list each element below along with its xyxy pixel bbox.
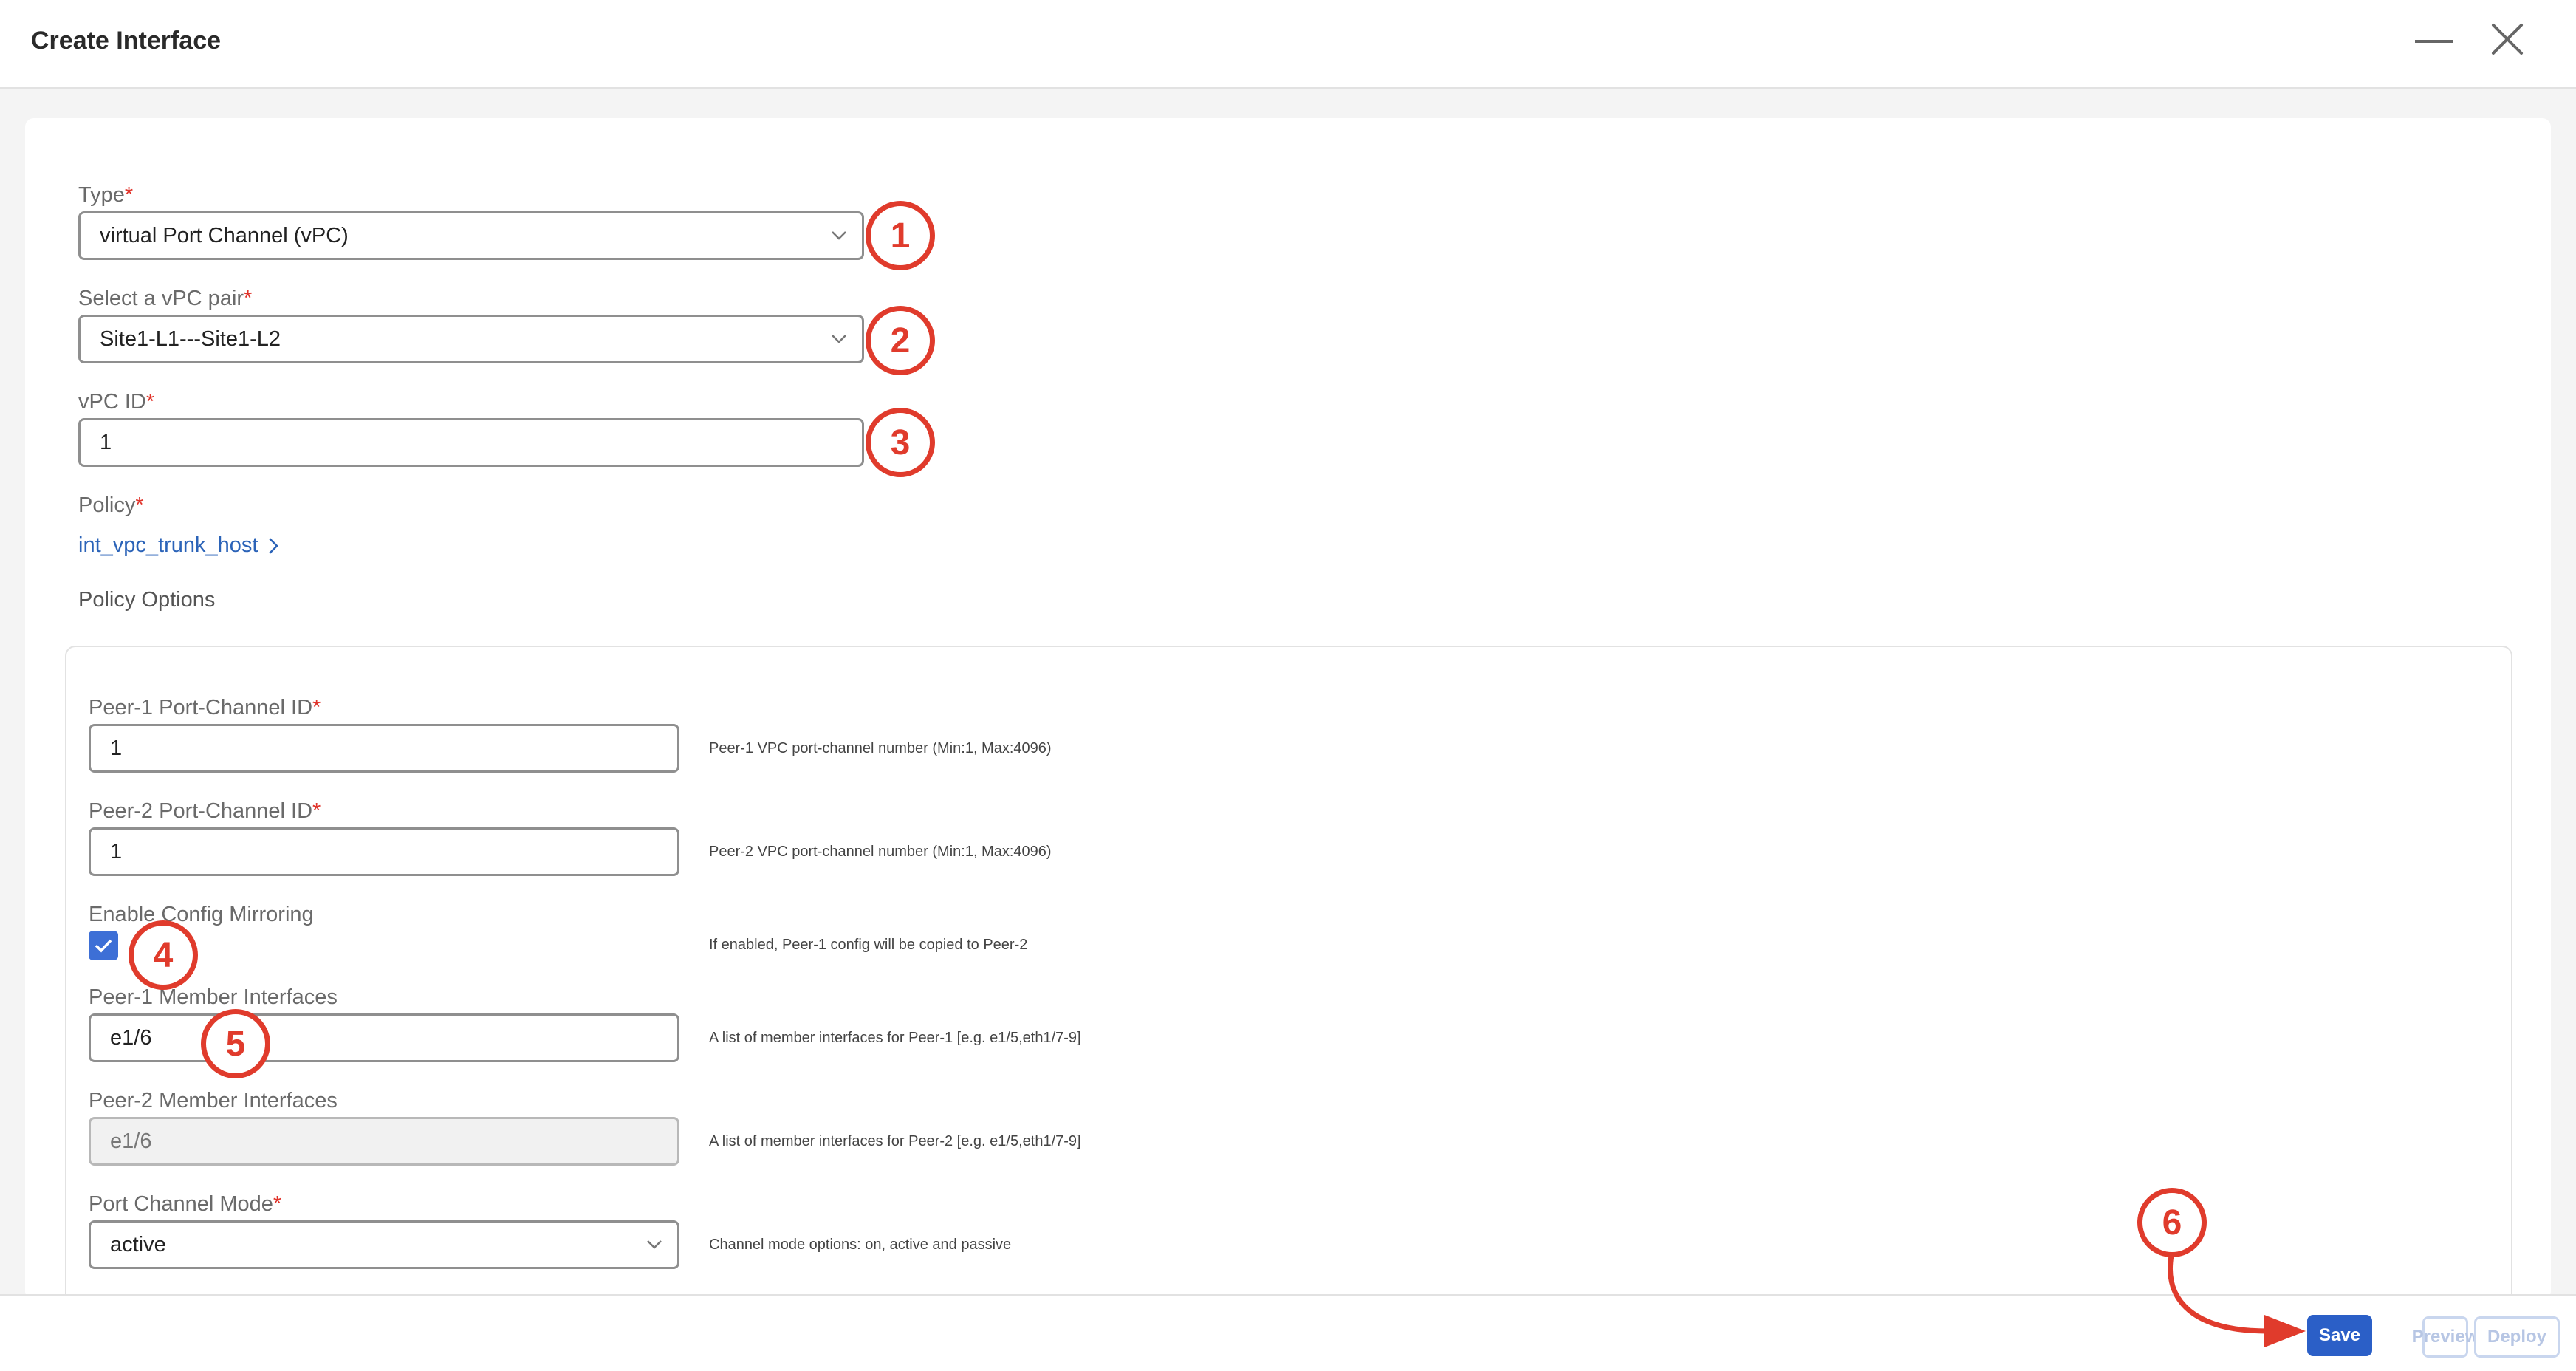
peer1-members-label: Peer-1 Member Interfaces <box>89 985 338 1009</box>
peer1-members-value: e1/6 <box>110 1025 152 1050</box>
peer1-pc-id-label: Peer-1 Port-Channel ID* <box>89 696 321 719</box>
policy-link-text: int_vpc_trunk_host <box>78 533 258 557</box>
vpc-pair-label: Select a vPC pair* <box>78 287 253 310</box>
vpc-pair-select-value: Site1-L1---Site1-L2 <box>100 326 281 351</box>
peer2-members-hint: A list of member interfaces for Peer-2 [… <box>709 1133 1081 1149</box>
peer2-pc-id-input[interactable]: 1 <box>89 827 679 876</box>
port-channel-mode-label: Port Channel Mode* <box>89 1192 282 1216</box>
type-select-value: virtual Port Channel (vPC) <box>100 223 349 247</box>
peer1-pc-id-input[interactable]: 1 <box>89 724 679 773</box>
dialog-header: Create Interface <box>0 0 2576 89</box>
checkmark-icon <box>95 939 112 953</box>
arrow-annotation <box>2168 1253 2306 1347</box>
vpc-id-label: vPC ID* <box>78 390 155 414</box>
peer2-members-value: e1/6 <box>110 1129 152 1153</box>
vpc-pair-select[interactable]: Site1-L1---Site1-L2 <box>78 315 864 363</box>
policy-link[interactable]: int_vpc_trunk_host <box>78 533 279 558</box>
chevron-down-icon <box>647 1240 662 1249</box>
policy-label: Policy* <box>78 493 144 517</box>
port-channel-mode-hint: Channel mode options: on, active and pas… <box>709 1237 1012 1253</box>
peer2-pc-id-value: 1 <box>110 839 123 864</box>
callout-4: 4 <box>129 920 198 990</box>
peer2-members-input: e1/6 <box>89 1117 679 1166</box>
peer1-pc-id-value: 1 <box>110 736 123 760</box>
chevron-right-icon <box>269 537 279 554</box>
peer1-pc-id-hint: Peer-1 VPC port-channel number (Min:1, M… <box>709 740 1052 756</box>
callout-6: 6 <box>2137 1188 2207 1257</box>
policy-options-label: Policy Options <box>78 588 216 612</box>
port-channel-mode-select[interactable]: active <box>89 1220 679 1269</box>
type-select[interactable]: virtual Port Channel (vPC) <box>78 211 864 260</box>
minimize-icon[interactable] <box>2415 40 2453 43</box>
config-mirroring-hint: If enabled, Peer-1 config will be copied… <box>709 937 1028 953</box>
dialog-title: Create Interface <box>31 27 222 55</box>
callout-3: 3 <box>866 408 935 477</box>
type-label: Type* <box>78 183 134 207</box>
config-mirroring-checkbox[interactable] <box>89 931 118 960</box>
vpc-id-input[interactable]: 1 <box>78 418 864 467</box>
config-mirroring-label: Enable Config Mirroring <box>89 903 314 926</box>
peer1-members-input[interactable]: e1/6 <box>89 1013 679 1062</box>
port-channel-mode-value: active <box>110 1232 166 1257</box>
chevron-down-icon <box>832 335 846 343</box>
peer1-members-hint: A list of member interfaces for Peer-1 [… <box>709 1030 1081 1046</box>
close-icon[interactable] <box>2489 21 2526 58</box>
deploy-button[interactable]: Deploy <box>2474 1316 2560 1358</box>
peer2-members-label: Peer-2 Member Interfaces <box>89 1089 338 1112</box>
chevron-down-icon <box>832 231 846 240</box>
callout-5: 5 <box>201 1009 270 1078</box>
peer2-pc-id-hint: Peer-2 VPC port-channel number (Min:1, M… <box>709 844 1052 860</box>
peer2-pc-id-label: Peer-2 Port-Channel ID* <box>89 799 321 823</box>
preview-button[interactable]: Preview <box>2412 1316 2479 1358</box>
callout-1: 1 <box>866 201 935 270</box>
callout-2: 2 <box>866 306 935 375</box>
vpc-id-value: 1 <box>100 430 112 454</box>
